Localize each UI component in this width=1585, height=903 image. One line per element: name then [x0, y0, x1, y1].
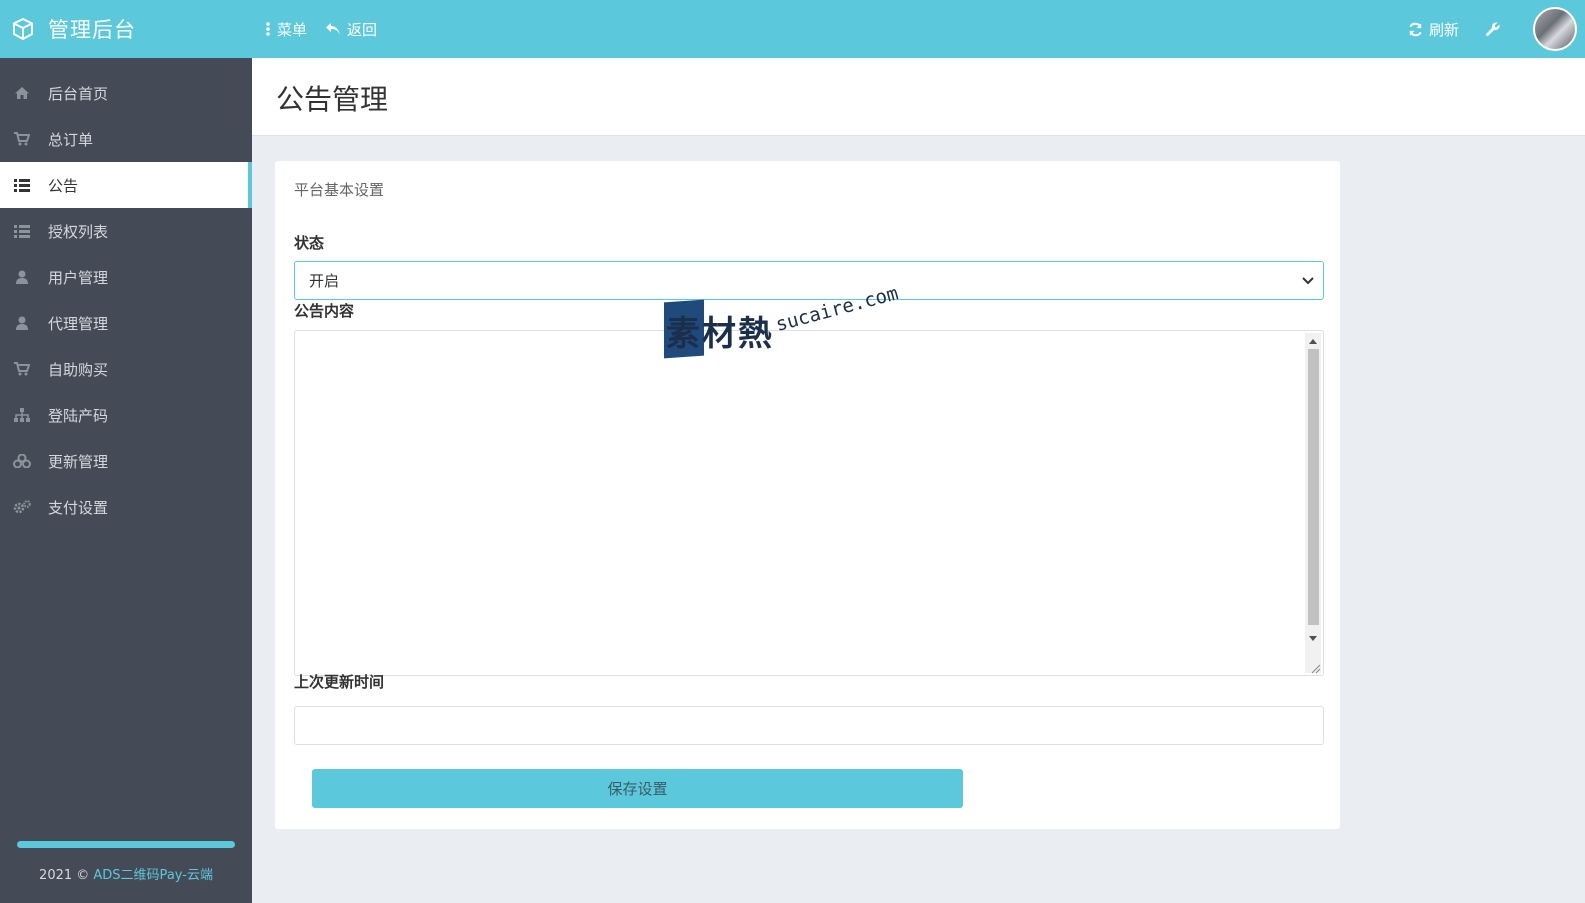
sidebar-item-updates[interactable]: 更新管理 [0, 438, 252, 484]
cube-icon [12, 17, 34, 41]
content-textarea[interactable] [294, 330, 1324, 676]
resize-grip-icon[interactable] [1307, 659, 1321, 674]
menu-label: 菜单 [277, 20, 308, 39]
cart-icon [12, 361, 32, 377]
refresh-label: 刷新 [1428, 20, 1459, 39]
status-select-value: 开启 [309, 272, 340, 290]
sidebar-item-orders[interactable]: 总订单 [0, 116, 252, 162]
sidebar-item-home[interactable]: 后台首页 [0, 70, 252, 116]
sidebar-item-self-purchase[interactable]: 自助购买 [0, 346, 252, 392]
avatar[interactable] [1533, 7, 1577, 51]
home-icon [12, 85, 32, 101]
scroll-thumb[interactable] [1308, 349, 1319, 625]
reply-icon [325, 22, 341, 36]
sitemap-icon [12, 407, 32, 423]
back-button[interactable]: 返回 [325, 19, 377, 40]
user-icon [12, 269, 32, 285]
list-icon [12, 177, 32, 193]
brand-title: 管理后台 [48, 18, 136, 42]
top-bar: 管理后台 菜单 返回 刷新 [0, 0, 1585, 58]
brand[interactable]: 管理后台 [0, 0, 252, 58]
card-title: 平台基本设置 [294, 181, 385, 199]
save-button[interactable]: 保存设置 [312, 769, 963, 808]
footer-copyright: 2021 © [39, 868, 94, 883]
scroll-up-icon[interactable] [1305, 333, 1321, 349]
list-icon [12, 223, 32, 239]
settings-button[interactable] [1485, 21, 1507, 37]
refresh-icon [1408, 22, 1423, 37]
cogs-icon [12, 499, 32, 515]
content-label: 公告内容 [294, 302, 355, 320]
sidebar-item-label: 公告 [48, 176, 79, 195]
sidebar-progress-bar [17, 841, 235, 848]
page-title: 公告管理 [276, 83, 389, 116]
menu-button[interactable]: 菜单 [265, 19, 307, 40]
sidebar-item-label: 后台首页 [48, 84, 109, 103]
ellipsis-vertical-icon [265, 21, 271, 37]
page-header: 公告管理 [252, 58, 1585, 136]
status-select[interactable]: 开启 [294, 261, 1324, 300]
cubes-icon [12, 453, 32, 469]
sidebar: 后台首页 总订单 公告 授权列表 用户管理 代理管理 自助购买 登陆产码 更新管… [0, 58, 252, 903]
sidebar-item-licenses[interactable]: 授权列表 [0, 208, 252, 254]
wrench-icon [1485, 21, 1501, 37]
sidebar-item-label: 代理管理 [48, 314, 109, 333]
cart-icon [12, 131, 32, 147]
status-label: 状态 [294, 234, 325, 252]
footer-brand-link[interactable]: ADS二维码Pay-云端 [93, 868, 213, 883]
textarea-scrollbar[interactable] [1305, 333, 1321, 673]
watermark-logo: 素材熱 sucaire.com [664, 282, 924, 362]
scroll-down-icon[interactable] [1305, 631, 1321, 647]
sidebar-item-agents[interactable]: 代理管理 [0, 300, 252, 346]
sidebar-item-login-code[interactable]: 登陆产码 [0, 392, 252, 438]
sidebar-item-label: 支付设置 [48, 498, 109, 517]
sidebar-footer: 2021 © ADS二维码Pay-云端 [0, 864, 252, 883]
sidebar-item-label: 用户管理 [48, 268, 109, 287]
last-update-input[interactable] [294, 706, 1324, 745]
back-label: 返回 [347, 20, 378, 39]
sidebar-item-announcement[interactable]: 公告 [0, 162, 252, 208]
chevron-down-icon [1301, 273, 1315, 291]
last-update-label: 上次更新时间 [294, 673, 385, 691]
sidebar-item-payment-settings[interactable]: 支付设置 [0, 484, 252, 530]
watermark-cn: 素材熱 [666, 314, 774, 354]
user-icon [12, 315, 32, 331]
refresh-button[interactable]: 刷新 [1408, 19, 1459, 40]
sidebar-item-label: 登陆产码 [48, 406, 109, 425]
sidebar-item-label: 总订单 [48, 130, 94, 149]
sidebar-item-label: 授权列表 [48, 222, 109, 241]
settings-card: 平台基本设置 状态 开启 公告内容 上次更新时间 保存设置 [275, 161, 1340, 829]
sidebar-item-label: 自助购买 [48, 360, 109, 379]
sidebar-item-label: 更新管理 [48, 452, 109, 471]
sidebar-item-users[interactable]: 用户管理 [0, 254, 252, 300]
